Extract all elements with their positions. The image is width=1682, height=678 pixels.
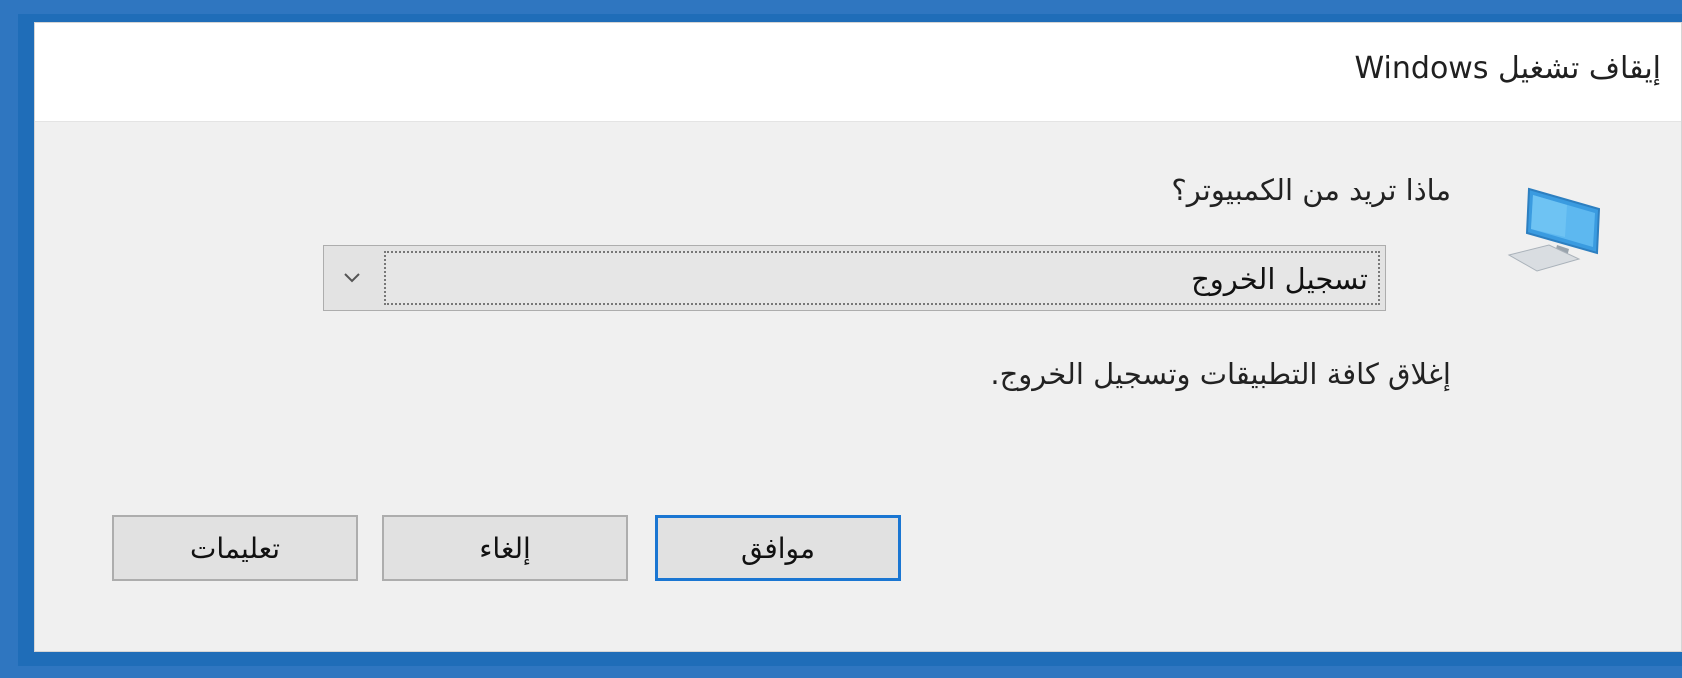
selected-option: تسجيل الخروج <box>1191 262 1368 296</box>
title-bar: إيقاف تشغيل Windows <box>35 23 1681 122</box>
window-title: إيقاف تشغيل Windows <box>1354 51 1661 86</box>
shutdown-dialog: إيقاف تشغيل Windows ماذا تريد من الكمبيو… <box>18 14 1682 666</box>
help-button[interactable]: تعليمات <box>112 515 358 581</box>
cancel-button[interactable]: إلغاء <box>382 515 628 581</box>
dialog-body: إيقاف تشغيل Windows ماذا تريد من الكمبيو… <box>34 22 1682 652</box>
chevron-down-icon[interactable] <box>339 264 365 290</box>
question-label: ماذا تريد من الكمبيوتر؟ <box>1171 173 1451 207</box>
action-select[interactable]: تسجيل الخروج <box>323 245 1386 311</box>
select-value-box[interactable]: تسجيل الخروج <box>384 251 1380 305</box>
action-description: إغلاق كافة التطبيقات وتسجيل الخروج. <box>990 357 1451 391</box>
computer-icon <box>1507 187 1601 272</box>
ok-button[interactable]: موافق <box>655 515 901 581</box>
